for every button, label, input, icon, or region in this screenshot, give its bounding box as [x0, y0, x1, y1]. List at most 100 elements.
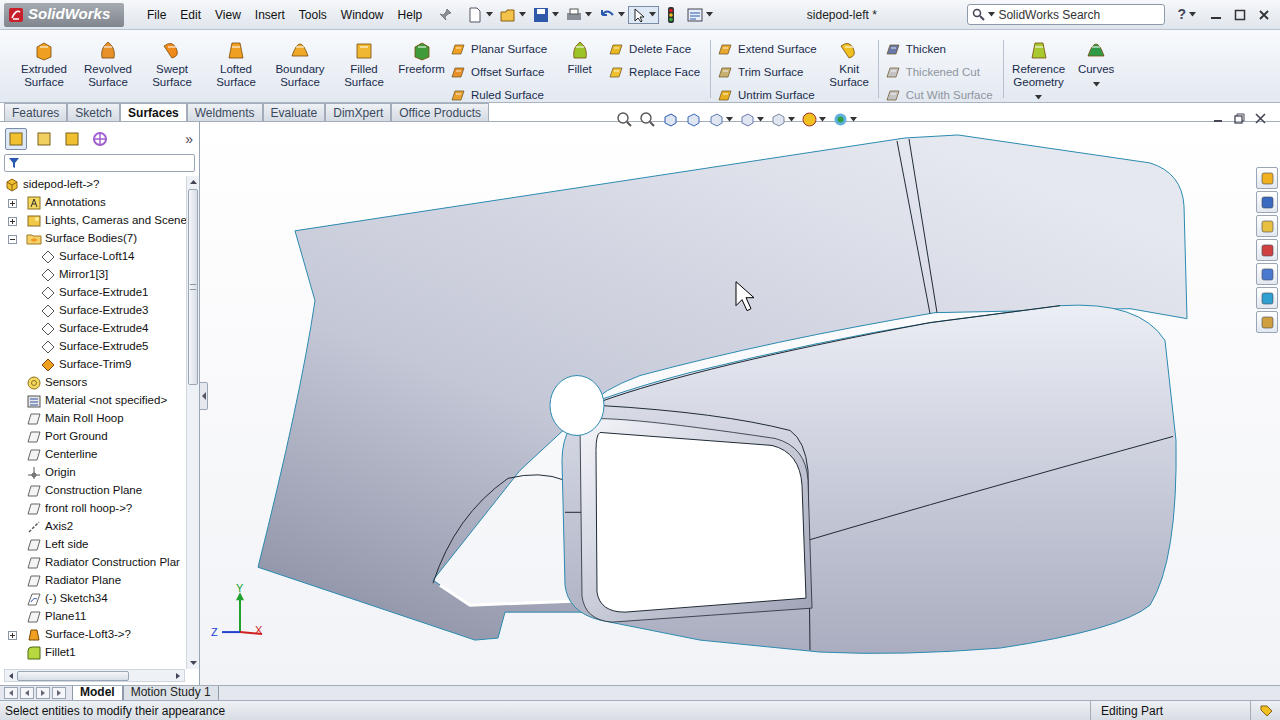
- ribbon-large-button[interactable]: Revolved Surface: [76, 38, 140, 89]
- tree-item[interactable]: front roll hoop->?: [0, 500, 186, 518]
- dropdown-arrow-icon[interactable]: [1189, 12, 1196, 17]
- tree-item[interactable]: Surface Bodies(7): [0, 230, 186, 248]
- toolbar-button[interactable]: [463, 6, 496, 24]
- tree-expander-icon[interactable]: [8, 235, 17, 244]
- dropdown-arrow-icon[interactable]: [988, 12, 995, 17]
- command-tab[interactable]: Office Products: [391, 103, 489, 121]
- help-button[interactable]: ?: [1177, 4, 1196, 25]
- model-canvas[interactable]: YXZ: [200, 122, 1280, 685]
- tree-vertical-scrollbar[interactable]: [186, 176, 199, 669]
- menu-item[interactable]: File: [140, 6, 173, 24]
- ribbon-large-button[interactable]: Freeform: [396, 38, 447, 76]
- panel-tab[interactable]: [33, 128, 55, 150]
- minimize-icon[interactable]: [1210, 9, 1222, 21]
- maximize-icon[interactable]: [1234, 9, 1246, 21]
- dropdown-arrow-icon[interactable]: [1035, 95, 1042, 100]
- menu-item[interactable]: Edit: [173, 6, 208, 24]
- tree-item[interactable]: Main Roll Hoop: [0, 410, 186, 428]
- menu-item[interactable]: View: [208, 6, 248, 24]
- menu-item[interactable]: Tools: [292, 6, 334, 24]
- view-button[interactable]: [801, 111, 826, 128]
- command-tab[interactable]: Evaluate: [263, 103, 326, 121]
- tree-item[interactable]: (-) Sketch34: [0, 590, 186, 608]
- ribbon-small-button[interactable]: Planar Surface: [450, 40, 551, 59]
- tree-item[interactable]: Axis2: [0, 518, 186, 536]
- view-button[interactable]: [770, 111, 795, 128]
- view-button[interactable]: [639, 111, 656, 128]
- dropdown-arrow-icon[interactable]: [726, 117, 733, 122]
- command-tab[interactable]: Sketch: [67, 103, 120, 121]
- scroll-thumb[interactable]: [188, 189, 198, 385]
- tree-item[interactable]: Centerline: [0, 446, 186, 464]
- minimize-icon[interactable]: [1213, 113, 1224, 124]
- toolbar-button[interactable]: [659, 6, 683, 24]
- scroll-right-icon[interactable]: [172, 670, 184, 682]
- tree-item[interactable]: Surface-Loft14: [0, 248, 186, 266]
- close-icon[interactable]: [1258, 9, 1270, 21]
- toolbar-button[interactable]: [529, 6, 562, 24]
- tab-nav-icon[interactable]: [4, 687, 18, 699]
- tree-item[interactable]: Surface-Extrude4: [0, 320, 186, 338]
- scroll-up-icon[interactable]: [187, 176, 200, 189]
- panel-overflow-button[interactable]: »: [185, 129, 193, 150]
- task-pane-tab[interactable]: [1256, 287, 1278, 309]
- command-tab[interactable]: Weldments: [187, 103, 263, 121]
- tree-item[interactable]: Left side: [0, 536, 186, 554]
- bottom-tab[interactable]: Model: [72, 686, 123, 701]
- toolbar-button[interactable]: [595, 6, 628, 24]
- ribbon-large-button[interactable]: Filled Surface: [332, 38, 396, 89]
- ribbon-small-button[interactable]: Thicken: [885, 40, 997, 59]
- tree-item[interactable]: Sensors: [0, 374, 186, 392]
- ribbon-large-button[interactable]: Swept Surface: [140, 38, 204, 89]
- tab-nav-icon[interactable]: [20, 687, 34, 699]
- select-button[interactable]: [628, 6, 659, 24]
- panel-tab[interactable]: [5, 128, 27, 150]
- task-pane-tab[interactable]: [1256, 215, 1278, 237]
- task-pane-tab[interactable]: [1256, 311, 1278, 333]
- tag-icon[interactable]: [1259, 704, 1273, 718]
- app-logo[interactable]: SolidWorks: [4, 3, 124, 27]
- ribbon-small-button[interactable]: Trim Surface: [717, 63, 821, 82]
- ribbon-small-button[interactable]: Offset Surface: [450, 63, 551, 82]
- menu-item[interactable]: Help: [391, 6, 430, 24]
- tree-item[interactable]: Annotations: [0, 194, 186, 212]
- task-pane-tab[interactable]: [1256, 239, 1278, 261]
- scroll-thumb[interactable]: [17, 671, 129, 681]
- scroll-left-icon[interactable]: [5, 670, 17, 682]
- dropdown-arrow-icon[interactable]: [649, 12, 656, 17]
- ribbon-large-button[interactable]: Extruded Surface: [12, 38, 76, 89]
- restore-icon[interactable]: [1234, 113, 1245, 124]
- task-pane-tab[interactable]: [1256, 167, 1278, 189]
- ribbon-large-button[interactable]: Fillet: [554, 38, 605, 76]
- tree-item[interactable]: Construction Plane: [0, 482, 186, 500]
- view-button[interactable]: [708, 111, 733, 128]
- view-button[interactable]: [832, 111, 857, 128]
- panel-tab[interactable]: [89, 128, 111, 150]
- panel-collapse-handle[interactable]: [200, 382, 208, 410]
- view-button[interactable]: [685, 111, 702, 128]
- dropdown-arrow-icon[interactable]: [486, 12, 493, 17]
- dropdown-arrow-icon[interactable]: [552, 12, 559, 17]
- tree-expander-icon[interactable]: [8, 631, 17, 640]
- dropdown-arrow-icon[interactable]: [519, 12, 526, 17]
- ribbon-large-button[interactable]: Reference Geometry: [1007, 38, 1071, 100]
- tree-item[interactable]: Surface-Extrude5: [0, 338, 186, 356]
- close-icon[interactable]: [1255, 113, 1266, 124]
- tree-item[interactable]: Origin: [0, 464, 186, 482]
- dropdown-arrow-icon[interactable]: [850, 117, 857, 122]
- tree-item[interactable]: Mirror1[3]: [0, 266, 186, 284]
- dropdown-arrow-icon[interactable]: [788, 117, 795, 122]
- ribbon-large-button[interactable]: Curves: [1071, 38, 1122, 87]
- dropdown-arrow-icon[interactable]: [757, 117, 764, 122]
- command-tab[interactable]: DimXpert: [325, 103, 391, 121]
- command-tab[interactable]: Surfaces: [120, 103, 187, 121]
- tree-expander-icon[interactable]: [8, 199, 17, 208]
- tree-filter[interactable]: [4, 154, 195, 172]
- menu-item[interactable]: Insert: [248, 6, 292, 24]
- tree-item[interactable]: Radiator Plane: [0, 572, 186, 590]
- menu-item[interactable]: Window: [334, 6, 391, 24]
- scroll-down-icon[interactable]: [187, 656, 200, 669]
- tree-item[interactable]: Radiator Construction Plar: [0, 554, 186, 572]
- toolbar-button[interactable]: [496, 6, 529, 24]
- pin-icon[interactable]: [437, 7, 453, 23]
